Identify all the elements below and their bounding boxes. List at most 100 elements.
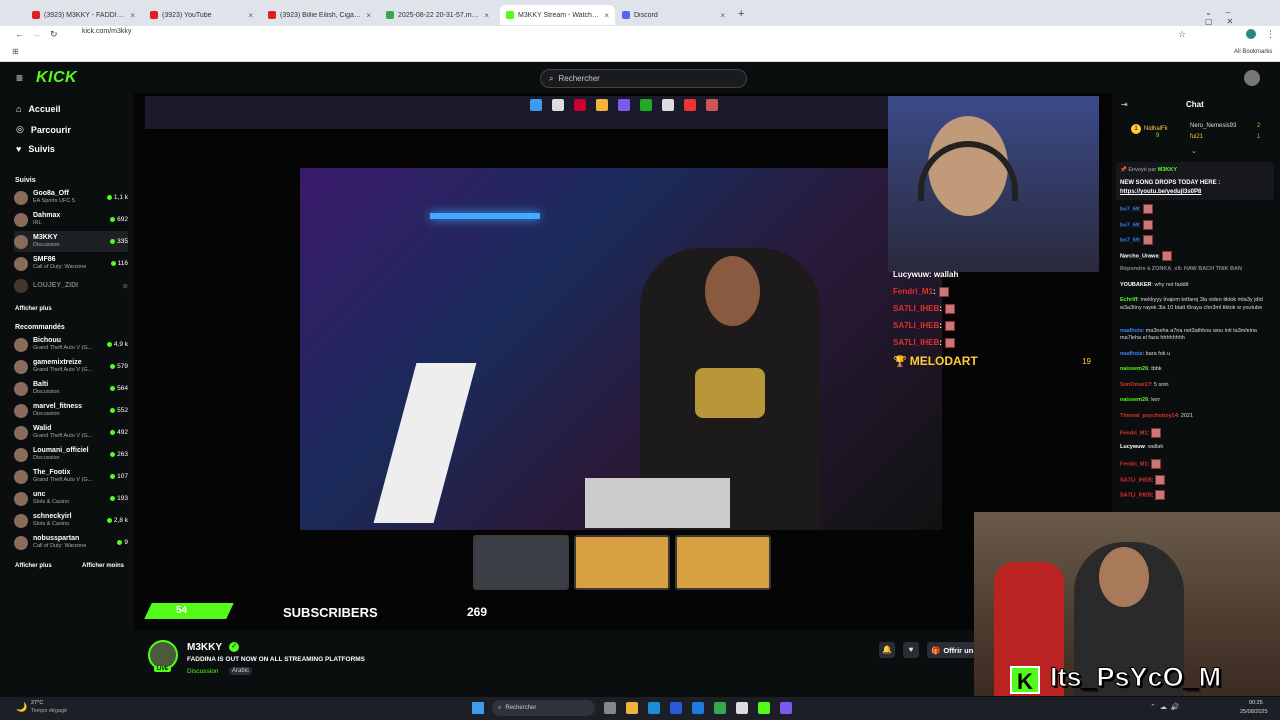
- sidebar-channel[interactable]: LOUJEY_ZIDI ⊘: [14, 275, 128, 296]
- stream-category[interactable]: Discussion: [187, 668, 218, 675]
- taskbar-app-icon[interactable]: [626, 702, 638, 714]
- chat-user[interactable]: Fendri_M1: [1120, 461, 1148, 467]
- new-tab-button[interactable]: +: [738, 8, 744, 20]
- weather-icon[interactable]: 🌙: [16, 702, 27, 713]
- url-input[interactable]: kick.com/m3kky: [82, 28, 131, 35]
- sidebar-channel[interactable]: unc Slots & Casino 193: [14, 488, 128, 509]
- pinned-by-label: Envoyé par: [1128, 167, 1157, 173]
- chat-emote: [1142, 219, 1153, 230]
- chat-user[interactable]: Narcho_Urawa: [1120, 253, 1159, 259]
- chat-user[interactable]: Lucywuw: [1120, 444, 1145, 450]
- tray-icons[interactable]: ⌃☁🔊: [1150, 703, 1184, 711]
- taskbar-app-icon[interactable]: [692, 702, 704, 714]
- browser-tab[interactable]: Discord ×: [616, 5, 731, 25]
- chat-user[interactable]: Echriff: [1120, 297, 1137, 303]
- sidebar-channel[interactable]: SMF86 Call of Duty: Warzone 116: [14, 253, 128, 274]
- sidebar-channel[interactable]: Balti Discussion 564: [14, 378, 128, 399]
- chat-user[interactable]: Fendri_M1: [1120, 430, 1148, 436]
- taskbar-app-icon[interactable]: [648, 702, 660, 714]
- browser-tab[interactable]: 2025-08-22 20-31-57.mkv - Go ×: [380, 5, 495, 25]
- tab-close-icon[interactable]: ×: [130, 11, 135, 20]
- taskbar-app-icon[interactable]: [604, 702, 616, 714]
- taskbar-app-icon[interactable]: [758, 702, 770, 714]
- gift-sub-button[interactable]: 🎁 Offrir un: [927, 642, 977, 658]
- stream-tag[interactable]: Arabic: [229, 667, 253, 675]
- collapse-chat-icon[interactable]: ⇥: [1121, 100, 1128, 109]
- hamburger-icon[interactable]: ≡: [16, 71, 23, 85]
- channel-name[interactable]: M3KKY: [187, 642, 222, 653]
- all-bookmarks-link[interactable]: All Bookmarks: [1234, 49, 1272, 55]
- taskbar-search[interactable]: ⌕ Rechercher: [492, 700, 595, 716]
- reload-icon[interactable]: ↻: [50, 29, 58, 40]
- sidebar-channel[interactable]: M3KKY Discussion 335: [14, 231, 128, 252]
- browser-tab[interactable]: (3923) M3KKY - FADDINA ليه ×: [26, 5, 141, 25]
- user-avatar[interactable]: [1244, 70, 1260, 86]
- chat-user[interactable]: bo7_69: [1120, 222, 1139, 228]
- sidebar-channel[interactable]: The_Footix Grand Theft Auto V (G... 107: [14, 466, 128, 487]
- browser-tab[interactable]: (3923) YouTube ×: [144, 5, 259, 25]
- notification-bell-button[interactable]: 🔔: [879, 642, 895, 658]
- start-windows-icon[interactable]: [472, 702, 484, 714]
- apps-grid-icon[interactable]: ⊞: [12, 47, 19, 56]
- nav-label: Accueil: [28, 104, 61, 114]
- sidebar-channel[interactable]: nobusspartan Call of Duty: Warzone 9: [14, 532, 128, 553]
- tab-close-icon[interactable]: ×: [604, 11, 609, 20]
- sidebar-channel[interactable]: gamemixtreize Grand Theft Auto V (G... 579: [14, 356, 128, 377]
- sidebar-channel[interactable]: schneckyirl Slots & Casino 2,8 k: [14, 510, 128, 531]
- sidebar-channel[interactable]: Bichouu Grand Theft Auto V (G... 4,9 k: [14, 334, 128, 355]
- nav-item-parcourir[interactable]: ◎ Parcourir: [16, 124, 71, 135]
- chat-user[interactable]: YOUBAKER: [1120, 282, 1151, 288]
- tab-close-icon[interactable]: ×: [720, 11, 725, 20]
- overlay-chat-line: Lucywuw: wallah: [893, 270, 958, 279]
- chat-user[interactable]: madhoia: [1120, 328, 1143, 334]
- back-icon[interactable]: ←: [15, 29, 24, 39]
- window-controls[interactable]: ⌄–▢✕: [1205, 8, 1280, 26]
- kick-logo[interactable]: KICK: [36, 69, 77, 87]
- tab-title: 2025-08-22 20-31-57.mkv - Go: [398, 11, 480, 19]
- gift-icon: 🎁: [931, 645, 941, 655]
- sub-count: 54: [176, 605, 188, 616]
- chat-user[interactable]: bo7_69: [1120, 206, 1139, 212]
- chat-user[interactable]: madhoia: [1120, 351, 1143, 357]
- top-gifter-count: 19: [1082, 356, 1091, 366]
- tab-close-icon[interactable]: ×: [248, 11, 253, 20]
- menu-dots-icon[interactable]: ⋮: [1266, 29, 1275, 40]
- chevron-down-icon[interactable]: ⌄: [1191, 147, 1197, 155]
- tab-close-icon[interactable]: ×: [366, 11, 371, 20]
- sidebar-channel[interactable]: Walid Grand Theft Auto V (G... 492: [14, 422, 128, 443]
- sidebar-channel[interactable]: Loumani_officiel Discussion 263: [14, 444, 128, 465]
- pad-controller: [585, 478, 730, 528]
- follow-heart-button[interactable]: ♥: [903, 642, 919, 658]
- chat-user[interactable]: naissem26: [1120, 397, 1148, 403]
- chat-user[interactable]: SonOmar27: [1120, 382, 1151, 388]
- chat-message: SA7LI_IHEB:: [1120, 490, 1275, 500]
- sidebar-channel[interactable]: marvel_fitness Discussion 552: [14, 400, 128, 421]
- browser-tab[interactable]: (3923) Billie Eilish, Cigarettes Af×: [262, 5, 377, 25]
- chat-user[interactable]: naissem26: [1120, 366, 1148, 372]
- show-more-recommended[interactable]: Afficher plus: [15, 563, 52, 569]
- profile-avatar[interactable]: [1246, 29, 1256, 39]
- search-input[interactable]: ⌕ Rechercher: [540, 69, 747, 88]
- chat-user[interactable]: bo7_69: [1120, 237, 1139, 243]
- chat-user[interactable]: SA7LI_IHEB: [1120, 477, 1152, 483]
- chat-user[interactable]: Thereal_psychoboy14: [1120, 413, 1178, 419]
- sub-progress-bar: [144, 603, 234, 619]
- taskbar-app-icon[interactable]: [670, 702, 682, 714]
- sidebar-channel[interactable]: Goo8a_Off EA Sports UFC 5 1,1 k: [14, 187, 128, 208]
- tab-close-icon[interactable]: ×: [484, 11, 489, 20]
- sidebar-channel[interactable]: Dahmax IRL 692: [14, 209, 128, 230]
- show-more-followed[interactable]: Afficher plus: [15, 306, 52, 312]
- taskbar-app-icon[interactable]: [780, 702, 792, 714]
- nav-item-accueil[interactable]: ⌂ Accueil: [16, 104, 60, 114]
- tab-favicon-icon: [506, 11, 514, 19]
- browser-tab[interactable]: M3KKY Stream - Watch Live on ×: [500, 5, 615, 25]
- forward-icon[interactable]: →: [32, 29, 41, 39]
- nav-item-suivis[interactable]: ♥ Suivis: [16, 144, 55, 154]
- pinned-link[interactable]: https://youtu.be/yedujl3s0P8: [1120, 189, 1201, 195]
- bookmark-star-icon[interactable]: ☆: [1178, 29, 1186, 40]
- taskbar-app-icon[interactable]: [736, 702, 748, 714]
- chat-user[interactable]: SA7LI_IHEB: [1120, 492, 1152, 498]
- chat-user[interactable]: Répondre à ZONKA_x9: HAW BACH TNIK BAN: [1120, 266, 1242, 272]
- taskbar-app-icon[interactable]: [714, 702, 726, 714]
- show-less-recommended[interactable]: Afficher moins: [82, 563, 124, 569]
